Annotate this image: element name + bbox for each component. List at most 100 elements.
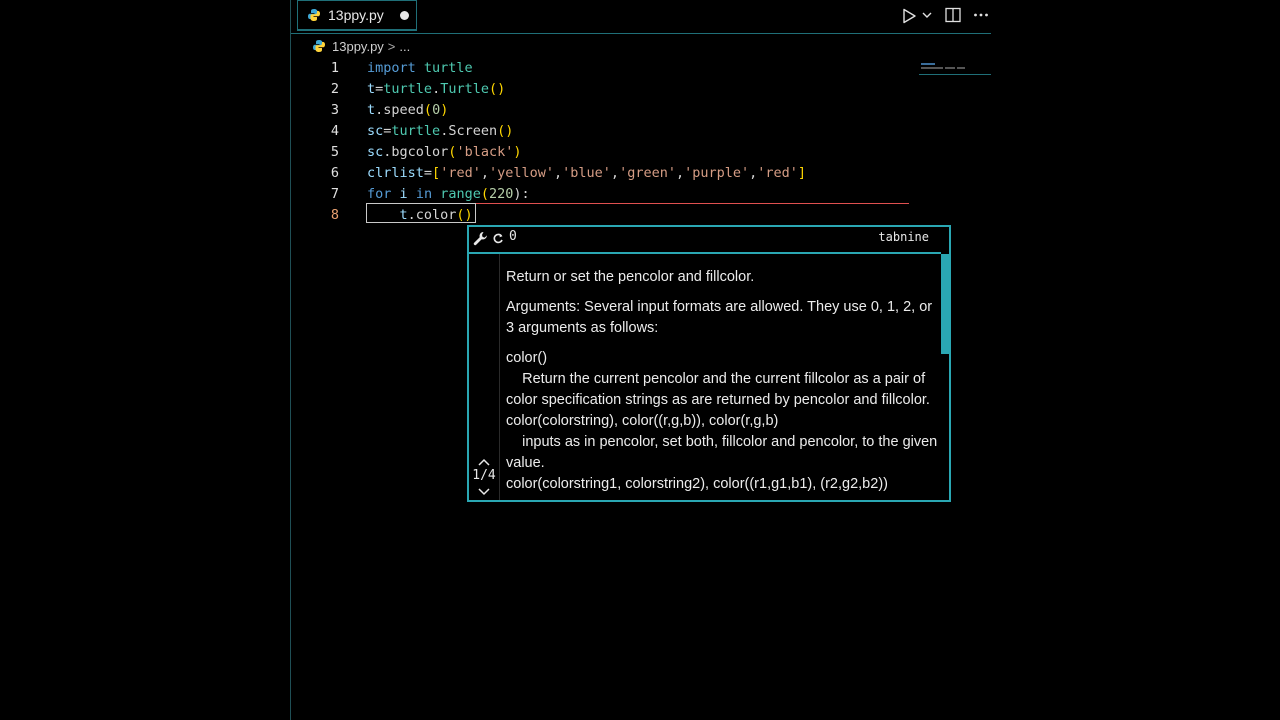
code-text: t=turtle.Turtle() bbox=[367, 79, 505, 100]
code-token: ): bbox=[513, 186, 530, 202]
code-token: () bbox=[497, 123, 514, 139]
code-token: .Screen bbox=[440, 123, 498, 139]
more-actions-icon[interactable] bbox=[973, 7, 989, 23]
code-token: ( bbox=[480, 186, 489, 202]
breadcrumb-symbols[interactable]: ... bbox=[399, 39, 410, 54]
code-token: import bbox=[367, 60, 416, 76]
tooltip-header: 0 tabnine bbox=[469, 227, 941, 254]
line-number: 4 bbox=[330, 123, 339, 139]
line-number: 1 bbox=[330, 60, 339, 76]
code-line[interactable]: 5 sc.bgcolor('black') bbox=[291, 142, 991, 163]
code-line[interactable]: 2 t=turtle.Turtle() bbox=[291, 79, 991, 100]
code-text: clrlist=['red','yellow','blue','green','… bbox=[367, 163, 806, 184]
code-text: sc.bgcolor('black') bbox=[367, 142, 521, 163]
breadcrumb[interactable]: 13ppy.py > ... bbox=[313, 37, 410, 55]
code-token: , bbox=[610, 165, 620, 181]
code-token: t bbox=[367, 81, 376, 97]
tab-bar: 13ppy.py bbox=[291, 0, 991, 34]
line-number: 6 bbox=[330, 165, 339, 181]
wrench-icon[interactable] bbox=[473, 231, 489, 247]
line-number: 5 bbox=[330, 144, 339, 160]
code-token: turtle bbox=[391, 123, 441, 139]
code-line[interactable]: 7 for i in range(220): bbox=[291, 184, 991, 205]
code-token: = bbox=[423, 165, 433, 181]
code-token: ( bbox=[423, 102, 433, 118]
code-token: for bbox=[367, 186, 392, 202]
suggestion-count: 0 bbox=[509, 229, 517, 244]
code-line[interactable]: 3 t.speed(0) bbox=[291, 100, 991, 121]
breadcrumb-separator: > bbox=[387, 38, 396, 54]
code-text: import turtle bbox=[367, 58, 473, 79]
tabnine-hover-tooltip[interactable]: 0 tabnine 1/4 Return or set the pencolor… bbox=[467, 225, 951, 502]
current-line-highlight bbox=[366, 203, 476, 223]
tabnine-label[interactable]: tabnine bbox=[878, 230, 929, 244]
tab-filename: 13ppy.py bbox=[328, 7, 384, 23]
signature-pager: 1/4 bbox=[469, 254, 500, 500]
line-number: 8 bbox=[330, 207, 339, 223]
chevron-up-icon[interactable] bbox=[477, 457, 491, 467]
code-token: 'black' bbox=[456, 144, 514, 160]
code-text: t.speed(0) bbox=[367, 100, 448, 121]
code-token: () bbox=[488, 81, 506, 97]
split-editor-icon[interactable] bbox=[945, 7, 961, 23]
code-token: , bbox=[675, 165, 685, 181]
code-token: ] bbox=[797, 165, 807, 181]
code-token: sc bbox=[367, 123, 384, 139]
python-file-icon bbox=[308, 9, 320, 21]
code-text: sc=turtle.Screen() bbox=[367, 121, 513, 142]
code-token: ) bbox=[513, 144, 522, 160]
tooltip-documentation: Return or set the pencolor and fillcolor… bbox=[506, 267, 942, 500]
doc-line: inputs as in pencolor, set both, fillcol… bbox=[506, 434, 938, 471]
code-token: [ bbox=[432, 165, 441, 181]
code-token: , bbox=[480, 165, 489, 181]
code-token: 'red' bbox=[440, 165, 481, 181]
doc-line: color(colorstring), color((r,g,b)), colo… bbox=[506, 413, 779, 429]
code-token: Turtle bbox=[440, 81, 489, 97]
tooltip-scrollbar[interactable] bbox=[941, 254, 949, 354]
doc-arguments: Arguments: Several input formats are all… bbox=[506, 299, 933, 336]
code-token: 'green' bbox=[619, 165, 676, 181]
code-token: turtle bbox=[383, 81, 433, 97]
run-icon[interactable] bbox=[901, 8, 917, 24]
breadcrumb-file[interactable]: 13ppy.py bbox=[332, 39, 384, 54]
code-text: for i in range(220): bbox=[367, 184, 530, 205]
code-line[interactable]: 6 clrlist=['red','yellow','blue','green',… bbox=[291, 163, 991, 184]
code-token: 'purple' bbox=[684, 165, 750, 181]
line-number: 7 bbox=[330, 186, 339, 202]
loading-spinner-icon bbox=[493, 233, 503, 244]
code-token: in bbox=[415, 186, 433, 202]
code-token: .bgcolor bbox=[383, 144, 449, 160]
code-token: sc bbox=[367, 144, 384, 160]
code-token: ) bbox=[440, 102, 449, 118]
code-token: 'red' bbox=[757, 165, 798, 181]
code-token: t bbox=[367, 102, 376, 118]
code-token: range bbox=[440, 186, 481, 202]
code-token: . bbox=[432, 81, 441, 97]
chevron-down-icon[interactable] bbox=[477, 487, 491, 497]
code-token: 0 bbox=[432, 102, 441, 118]
code-token: clrlist bbox=[367, 165, 424, 181]
python-file-icon bbox=[313, 40, 325, 52]
code-token: turtle bbox=[423, 60, 473, 76]
doc-line: Return the current pencolor and the curr… bbox=[506, 371, 930, 408]
line-number: 3 bbox=[330, 102, 339, 118]
doc-summary: Return or set the pencolor and fillcolor… bbox=[506, 269, 755, 285]
chevron-down-icon[interactable] bbox=[922, 10, 932, 20]
code-token: , bbox=[554, 165, 563, 181]
code-token: 220 bbox=[489, 186, 514, 202]
code-line[interactable]: 1 import turtle bbox=[291, 58, 991, 79]
signature-page-count: 1/4 bbox=[472, 468, 496, 483]
doc-line: color(colorstring1, colorstring2), color… bbox=[506, 476, 888, 492]
line-number: 2 bbox=[330, 81, 339, 97]
doc-line: color() bbox=[506, 350, 548, 366]
code-token: 'yellow' bbox=[488, 165, 554, 181]
code-line[interactable]: 4 sc=turtle.Screen() bbox=[291, 121, 991, 142]
code-token: 'blue' bbox=[562, 165, 611, 181]
code-token: i bbox=[399, 186, 408, 202]
unsaved-dot-icon[interactable] bbox=[400, 11, 409, 20]
tab-13ppy[interactable]: 13ppy.py bbox=[297, 0, 417, 31]
